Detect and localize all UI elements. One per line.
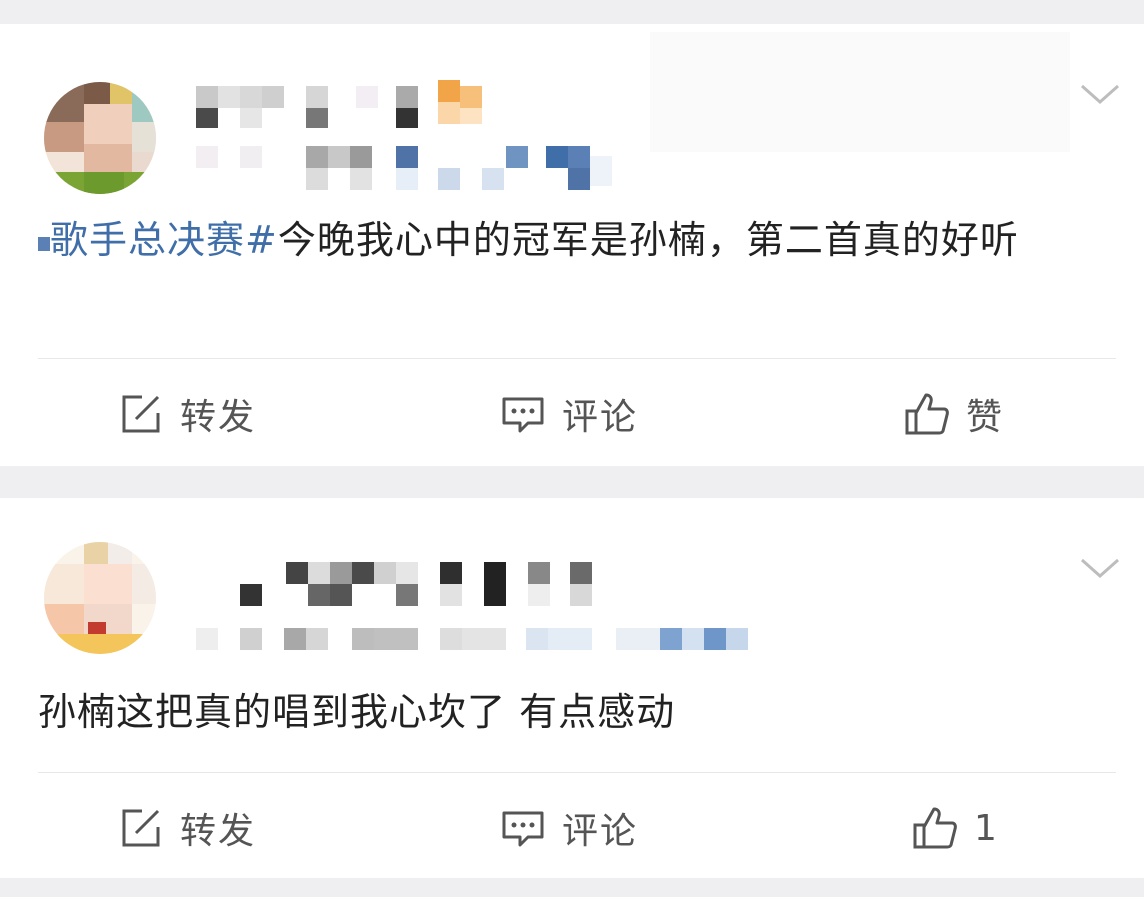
thumbs-up-icon	[905, 393, 949, 435]
post-text: 歌手总决赛#今晚我心中的冠军是孙楠，第二首真的好听	[38, 214, 1104, 266]
post-meta-redacted	[196, 628, 756, 654]
repost-label: 转发	[180, 811, 257, 852]
comment-label: 评论	[562, 397, 639, 438]
like-button[interactable]: 1	[912, 788, 999, 868]
redacted-area	[650, 32, 1070, 152]
comment-button[interactable]: 评论	[500, 374, 638, 454]
divider	[38, 772, 1116, 773]
comment-bubble-icon	[502, 397, 544, 433]
action-bar: 转发 评论 赞	[0, 374, 1144, 454]
avatar[interactable]	[44, 82, 156, 194]
comment-button[interactable]: 评论	[500, 788, 638, 868]
chevron-down-icon[interactable]	[1080, 82, 1120, 106]
topic-hashtag-link[interactable]: 歌手总决赛#	[38, 218, 278, 262]
post-body: 孙楠这把真的唱到我心坎了 有点感动	[38, 690, 676, 734]
post-body: 今晚我心中的冠军是孙楠，第二首真的好听	[277, 218, 1019, 262]
username-redacted[interactable]	[240, 562, 620, 610]
edit-square-icon	[122, 395, 160, 433]
pixelated-avatar-image	[44, 542, 156, 654]
like-label: 赞	[966, 397, 1005, 438]
repost-button[interactable]: 转发	[118, 788, 256, 868]
post-card[interactable]: 歌手总决赛#今晚我心中的冠军是孙楠，第二首真的好听 转发 评论 赞	[0, 24, 1144, 466]
post-meta-redacted	[196, 146, 626, 192]
action-bar: 转发 评论 1	[0, 788, 1144, 868]
divider	[38, 358, 1116, 359]
repost-label: 转发	[180, 397, 257, 438]
username-redacted[interactable]	[196, 80, 496, 132]
repost-button[interactable]: 转发	[118, 374, 256, 454]
post-text: 孙楠这把真的唱到我心坎了 有点感动	[38, 686, 1104, 738]
pixelated-avatar-image	[44, 82, 156, 194]
comment-bubble-icon	[502, 811, 544, 847]
edit-square-icon	[122, 809, 160, 847]
topic-marker-icon	[38, 237, 50, 251]
topic-label[interactable]: 歌手总决赛#	[50, 218, 278, 262]
like-count: 1	[974, 807, 999, 849]
comment-label: 评论	[562, 811, 639, 852]
thumbs-up-icon	[913, 807, 957, 849]
like-button[interactable]: 赞	[904, 374, 1004, 454]
post-card[interactable]: 孙楠这把真的唱到我心坎了 有点感动 转发 评论 1	[0, 498, 1144, 878]
avatar[interactable]	[44, 542, 156, 654]
chevron-down-icon[interactable]	[1080, 556, 1120, 580]
